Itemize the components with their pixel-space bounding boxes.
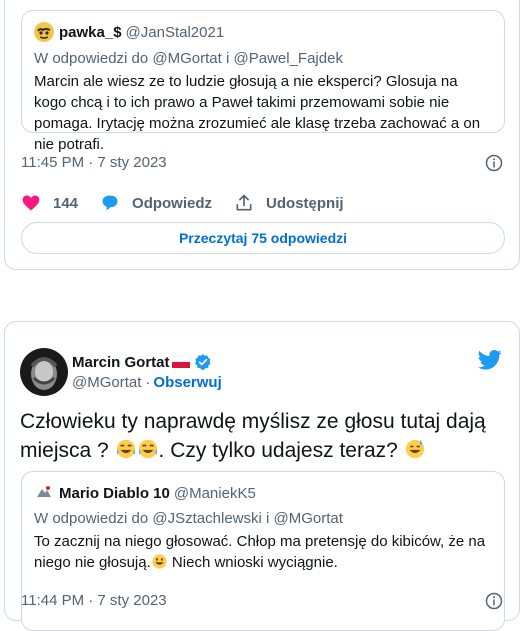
info-icon[interactable]: [485, 592, 503, 610]
tweet-author: Marcin Gortat @MGortat · Obserwuj: [20, 348, 222, 396]
quoted-tweet-header: pawka_$ @JanStal2021: [34, 22, 224, 42]
reply-label: Odpowiedz: [132, 194, 213, 212]
tears-of-joy-emoji-icon: [138, 439, 157, 459]
avatar: [34, 483, 54, 503]
quoted-text-tail: Niech wnioski wyciągnie.: [167, 554, 338, 571]
heart-icon: [22, 195, 40, 211]
twitter-bird-icon[interactable]: [478, 350, 502, 370]
feed-separator: [0, 283, 523, 309]
grinning-sweat-emoji-icon: [405, 439, 424, 459]
quoted-author-name[interactable]: Mario Diablo 10: [59, 485, 170, 502]
quoted-tweet-text: Marcin ale wiesz ze to ludzie głosują a …: [34, 73, 481, 153]
quoted-tweet[interactable]: pawka_$ @JanStal2021 W odpowiedzi do @MG…: [21, 10, 505, 153]
info-icon[interactable]: [485, 154, 503, 172]
reply-bubble-icon: [102, 195, 118, 211]
verified-badge-icon: [194, 354, 211, 370]
mention-link[interactable]: @MGortat: [274, 510, 343, 527]
tweet-actions: 144 Odpowiedz Udostępnij: [21, 193, 366, 213]
share-label: Udostępnij: [266, 194, 344, 212]
grinning-emoji-icon: [152, 554, 167, 569]
avatar-image: [20, 348, 68, 396]
like-button[interactable]: 144: [21, 193, 78, 213]
reply-and: i: [225, 50, 230, 67]
mention-link[interactable]: @JSztachlewski: [152, 510, 261, 527]
reply-prefix: W odpowiedzi do: [34, 50, 149, 67]
author-handle[interactable]: @MGortat: [72, 374, 141, 391]
reply-context: W odpowiedzi do @JSztachlewski i @MGorta…: [34, 510, 343, 527]
like-count: 144: [53, 194, 79, 212]
share-button[interactable]: Udostępnij: [234, 193, 344, 213]
reply-context: W odpowiedzi do @MGortat i @Pawel_Fajdek: [34, 50, 343, 67]
reply-button[interactable]: Odpowiedz: [100, 193, 212, 213]
mention-link[interactable]: @MGortat: [152, 50, 221, 67]
quoted-author-handle[interactable]: @JanStal2021: [126, 24, 225, 41]
quoted-author-name[interactable]: pawka_$: [59, 24, 122, 41]
tweet-timestamp[interactable]: 11:44 PM · 7 sty 2023: [21, 592, 167, 609]
quoted-tweet-text: To zacznij na niego głosować. Chłop ma p…: [34, 531, 492, 573]
read-replies-button[interactable]: Przeczytaj 75 odpowiedzi: [21, 222, 505, 254]
avatar: [34, 22, 54, 42]
tears-of-joy-emoji-icon: [116, 439, 135, 459]
tweet-timestamp[interactable]: 11:45 PM · 7 sty 2023: [21, 154, 167, 171]
mention-link[interactable]: @Pawel_Fajdek: [234, 50, 343, 67]
separator-dot: ·: [145, 374, 151, 391]
reply-prefix: W odpowiedzi do: [34, 510, 149, 527]
quoted-author-handle[interactable]: @ManiekK5: [174, 485, 256, 502]
tweet-card-2: Marcin Gortat @MGortat · Obserwuj Człowi…: [4, 321, 520, 631]
tweet-text: Człowieku ty naprawdę myślisz ze głosu t…: [20, 407, 503, 465]
quoted-tweet-header: Mario Diablo 10 @ManiekK5: [34, 483, 256, 503]
poland-flag-icon: [171, 356, 190, 368]
follow-button[interactable]: Obserwuj: [153, 374, 221, 391]
author-name[interactable]: Marcin Gortat: [72, 354, 170, 371]
reply-and: i: [266, 510, 270, 527]
author-avatar[interactable]: [20, 348, 68, 396]
tweet-text-part2: . Czy tylko udajesz teraz?: [158, 439, 398, 462]
share-icon: [236, 194, 252, 211]
tweet-card-1: pawka_$ @JanStal2021 W odpowiedzi do @MG…: [4, 0, 520, 270]
